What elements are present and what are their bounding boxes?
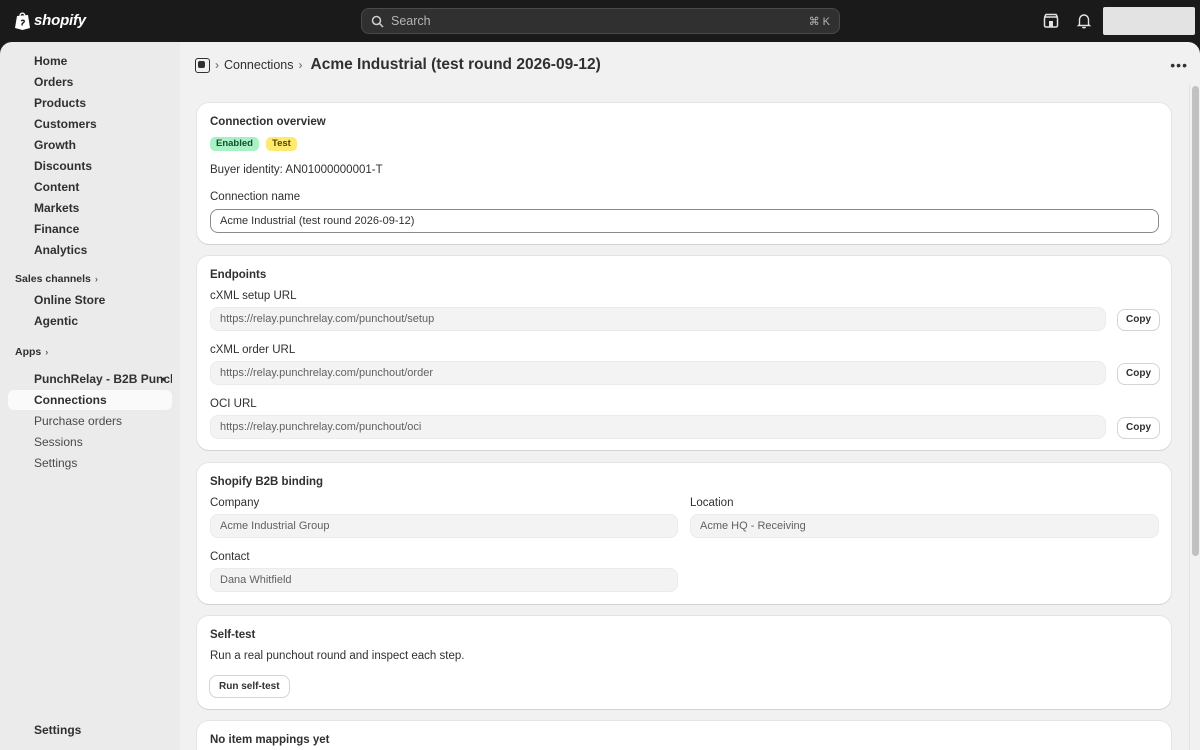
sidebar-item-label: Content (34, 180, 80, 194)
company-field[interactable]: Acme Industrial Group (210, 514, 678, 538)
sidebar-item-label: Customers (34, 117, 97, 131)
card-title: Endpoints (210, 269, 267, 281)
sidebar-item-label: Online Store (34, 293, 106, 307)
shopify-bag-icon (15, 12, 30, 30)
shopify-logo[interactable]: shopify (14, 11, 86, 30)
sidebar-item-products[interactable]: Products (8, 93, 172, 113)
copy-order-url-button[interactable]: Copy (1118, 364, 1159, 384)
more-icon[interactable]: • (162, 369, 166, 389)
location-label: Location (690, 497, 734, 509)
sidebar-item-label: Discounts (34, 159, 93, 173)
bell-icon[interactable] (1075, 12, 1093, 30)
sidebar-item-customers[interactable]: Customers (8, 114, 172, 134)
card-title: No item mappings yet (210, 734, 330, 746)
sidebar-item-label: Settings (34, 456, 78, 470)
store-icon[interactable] (1042, 12, 1060, 30)
sidebar-item-orders[interactable]: Orders (8, 72, 172, 92)
card-title: Connection overview (210, 116, 326, 128)
sidebar-item-label: Growth (34, 138, 76, 152)
page-title: Acme Industrial (test round 2026-09-12) (310, 56, 601, 73)
more-actions-icon[interactable]: ••• (1170, 57, 1188, 73)
connection-overview-card: Connection overview Enabled Test Buyer i… (197, 103, 1171, 244)
sidebar-item-growth[interactable]: Growth (8, 135, 172, 155)
sidebar-subitem-settings[interactable]: Settings (8, 453, 172, 473)
sales-channels-label: Sales channels (15, 273, 91, 285)
search-placeholder: Search (391, 14, 431, 28)
sidebar-subitem-connections[interactable]: Connections (8, 390, 172, 410)
chevron-right-icon: › (94, 274, 98, 284)
chevron-right-icon: › (298, 58, 303, 72)
sidebar-item-label: Settings (34, 723, 82, 737)
connection-name-input[interactable]: Acme Industrial (test round 2026-09-12) (210, 209, 1159, 233)
top-bar: shopify Search ⌘ K (0, 0, 1200, 42)
sidebar-item-analytics[interactable]: Analytics (8, 240, 172, 260)
b2b-binding-card: Shopify B2B binding Company Acme Industr… (197, 463, 1171, 604)
sidebar-item-label: Markets (34, 201, 80, 215)
sidebar-item-label: Orders (34, 75, 74, 89)
cxml-order-url-label: cXML order URL (210, 344, 296, 356)
shopify-wordmark: shopify (34, 12, 86, 29)
sidebar-item-settings[interactable]: Settings (8, 720, 172, 740)
copy-oci-url-button[interactable]: Copy (1118, 418, 1159, 438)
self-test-description: Run a real punchout round and inspect ea… (210, 650, 465, 662)
sidebar-item-label: Finance (34, 222, 80, 236)
oci-url-field[interactable]: https://relay.punchrelay.com/punchout/oc… (210, 415, 1106, 439)
item-mappings-card: No item mappings yet (197, 721, 1171, 750)
scrollbar[interactable] (1189, 84, 1200, 750)
sidebar-item-home[interactable]: Home (8, 51, 172, 71)
cxml-setup-url-label: cXML setup URL (210, 290, 297, 302)
self-test-card: Self-test Run a real punchout round and … (197, 616, 1171, 709)
cxml-order-url-field[interactable]: https://relay.punchrelay.com/punchout/or… (210, 361, 1106, 385)
search-icon (371, 15, 384, 28)
breadcrumb-connections[interactable]: Connections (224, 58, 294, 72)
run-self-test-button[interactable]: Run self-test (210, 676, 289, 697)
location-field[interactable]: Acme HQ - Receiving (690, 514, 1159, 538)
sidebar-item-markets[interactable]: Markets (8, 198, 172, 218)
sidebar-item-label: Sessions (34, 435, 83, 449)
search-bar[interactable]: Search ⌘ K (361, 8, 840, 34)
endpoints-card: Endpoints cXML setup URL https://relay.p… (197, 256, 1171, 450)
status-badge-enabled: Enabled (210, 137, 259, 151)
sidebar-item-content[interactable]: Content (8, 177, 172, 197)
sidebar-item-online-store[interactable]: Online Store (8, 290, 172, 310)
status-badge-test: Test (266, 137, 297, 151)
chevron-right-icon: › (45, 347, 49, 357)
sidebar-item-label: Purchase orders (34, 414, 123, 428)
card-title: Shopify B2B binding (210, 476, 324, 488)
sidebar-subitem-purchase-orders[interactable]: Purchase orders (8, 411, 172, 431)
sidebar-item-label: Agentic (34, 314, 79, 328)
sidebar-item-label: Home (34, 54, 68, 68)
scrollbar-thumb[interactable] (1192, 86, 1199, 556)
app-icon[interactable] (195, 57, 210, 73)
sidebar-item-label: Products (34, 96, 87, 110)
company-label: Company (210, 497, 260, 509)
chevron-right-icon: › (215, 58, 219, 72)
cxml-setup-url-field[interactable]: https://relay.punchrelay.com/punchout/se… (210, 307, 1106, 331)
search-shortcut: ⌘ K (808, 15, 830, 28)
buyer-identity: Buyer identity: AN01000000001-T (210, 164, 383, 176)
connection-name-label: Connection name (210, 191, 301, 203)
store-account-button[interactable] (1103, 7, 1195, 35)
sidebar-item-finance[interactable]: Finance (8, 219, 172, 239)
apps-label: Apps (15, 346, 42, 358)
sidebar-item-label: Connections (34, 393, 107, 407)
card-title: Self-test (210, 629, 256, 641)
sidebar-item-label: PunchRelay - B2B Punchout (34, 372, 172, 386)
sidebar-item-punchrelay-app[interactable]: PunchRelay - B2B Punchout • (8, 369, 172, 389)
sidebar: Home Orders Products Customers Growth Di… (0, 42, 180, 750)
main-content: › Connections › Acme Industrial (test ro… (180, 42, 1200, 750)
sidebar-item-label: Analytics (34, 243, 88, 257)
sales-channels-heading[interactable]: Sales channels › (15, 273, 98, 285)
oci-url-label: OCI URL (210, 398, 257, 410)
breadcrumb: › Connections › Acme Industrial (test ro… (195, 56, 601, 74)
contact-label: Contact (210, 551, 250, 563)
sidebar-item-discounts[interactable]: Discounts (8, 156, 172, 176)
contact-field[interactable]: Dana Whitfield (210, 568, 678, 592)
sidebar-subitem-sessions[interactable]: Sessions (8, 432, 172, 452)
apps-heading[interactable]: Apps › (15, 346, 48, 358)
copy-setup-url-button[interactable]: Copy (1118, 310, 1159, 330)
sidebar-item-agentic[interactable]: Agentic (8, 311, 172, 331)
